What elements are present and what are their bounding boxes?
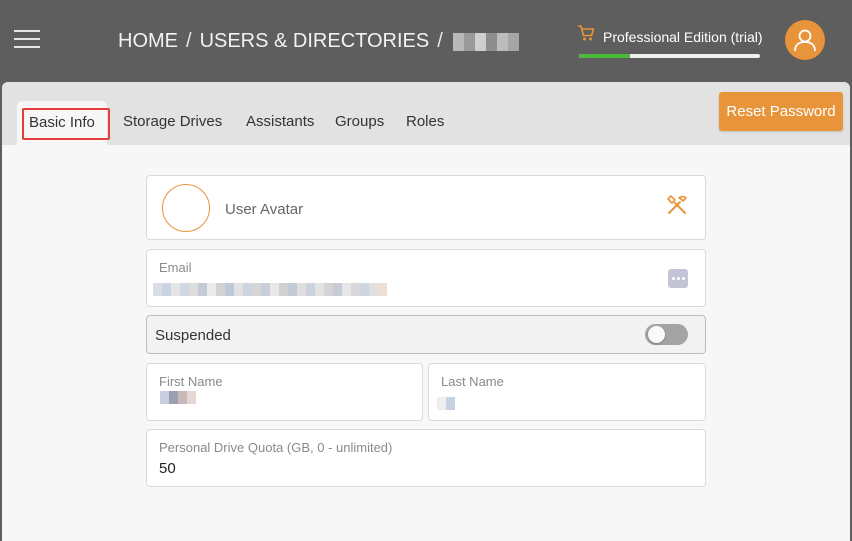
redaction-pixel [180, 283, 189, 296]
redaction-pixel [171, 283, 180, 296]
redaction-pixel [446, 397, 455, 410]
suspended-label: Suspended [155, 327, 231, 344]
first-name-label: First Name [159, 374, 223, 389]
redaction-pixel [437, 397, 446, 410]
tools-icon[interactable] [665, 193, 689, 217]
redaction-pixel [474, 32, 486, 51]
redaction-pixel [496, 32, 508, 51]
quota-value: 50 [159, 460, 176, 477]
quota-label: Personal Drive Quota (GB, 0 - unlimited) [159, 440, 393, 455]
redaction-pixel [169, 391, 178, 404]
redaction-pixel [288, 283, 297, 296]
redaction-pixel [463, 32, 475, 51]
redaction-pixel [306, 283, 315, 296]
tab-storage-drives[interactable]: Storage Drives [123, 113, 222, 130]
more-dots-icon[interactable] [668, 269, 688, 288]
email-label: Email [159, 260, 192, 275]
redaction-pixel [485, 32, 497, 51]
redaction-pixel [178, 391, 187, 404]
breadcrumb-current-user-redacted [452, 32, 519, 51]
tab-basic-info[interactable]: Basic Info [17, 101, 107, 145]
redaction-pixel [378, 283, 387, 296]
breadcrumb-separator: / [437, 30, 443, 52]
first-name-field[interactable]: First Name [146, 363, 423, 421]
redaction-pixel [452, 32, 464, 51]
breadcrumb: HOME / USERS & DIRECTORIES / [118, 30, 519, 53]
redaction-pixel [261, 283, 270, 296]
redaction-pixel [342, 283, 351, 296]
redaction-pixel [207, 283, 216, 296]
first-name-value-redacted [160, 391, 196, 410]
tab-groups[interactable]: Groups [335, 113, 384, 130]
redaction-pixel [187, 391, 196, 404]
redaction-pixel [162, 283, 171, 296]
account-avatar-button[interactable] [785, 20, 825, 60]
reset-password-button[interactable]: Reset Password [719, 92, 843, 131]
avatar-label: User Avatar [225, 201, 304, 218]
last-name-field[interactable]: Last Name [428, 363, 706, 421]
user-avatar-card: User Avatar [146, 175, 706, 240]
redaction-pixel [507, 32, 519, 51]
toggle-knob [648, 326, 665, 343]
redaction-pixel [153, 283, 162, 296]
tab-roles[interactable]: Roles [406, 113, 444, 130]
user-icon [794, 29, 816, 52]
redaction-pixel [252, 283, 261, 296]
redaction-pixel [279, 283, 288, 296]
redaction-pixel [351, 283, 360, 296]
redaction-pixel [324, 283, 333, 296]
tab-assistants[interactable]: Assistants [246, 113, 314, 130]
top-bar: HOME / USERS & DIRECTORIES / Professiona… [0, 0, 852, 82]
breadcrumb-home[interactable]: HOME [118, 30, 178, 53]
email-value-redacted [153, 283, 387, 296]
suspended-toggle[interactable] [645, 324, 688, 345]
redaction-pixel [315, 283, 324, 296]
trial-progress-bar [579, 54, 760, 58]
redaction-pixel [225, 283, 234, 296]
personal-drive-quota-field[interactable]: Personal Drive Quota (GB, 0 - unlimited)… [146, 429, 706, 487]
redaction-pixel [369, 283, 378, 296]
redaction-pixel [189, 283, 198, 296]
redaction-pixel [333, 283, 342, 296]
redaction-pixel [216, 283, 225, 296]
redaction-pixel [198, 283, 207, 296]
suspended-row: Suspended [146, 315, 706, 354]
last-name-label: Last Name [441, 374, 504, 389]
redaction-pixel [160, 391, 169, 404]
redaction-pixel [243, 283, 252, 296]
edition-status[interactable]: Professional Edition (trial) [577, 24, 763, 60]
last-name-value-redacted [437, 397, 455, 410]
user-detail-panel: Basic Info Storage Drives Assistants Gro… [2, 82, 850, 541]
tab-bar: Basic Info Storage Drives Assistants Gro… [2, 82, 850, 145]
breadcrumb-separator: / [186, 30, 192, 52]
edition-label: Professional Edition (trial) [603, 29, 763, 45]
hamburger-menu-icon[interactable] [14, 30, 40, 48]
avatar-placeholder[interactable] [162, 184, 210, 232]
redaction-pixel [270, 283, 279, 296]
breadcrumb-users-directories[interactable]: USERS & DIRECTORIES [200, 30, 430, 53]
redaction-pixel [360, 283, 369, 296]
redaction-pixel [297, 283, 306, 296]
email-field[interactable]: Email [146, 249, 706, 307]
cart-icon [578, 25, 595, 41]
trial-progress-fill [579, 54, 630, 58]
redaction-pixel [234, 283, 243, 296]
